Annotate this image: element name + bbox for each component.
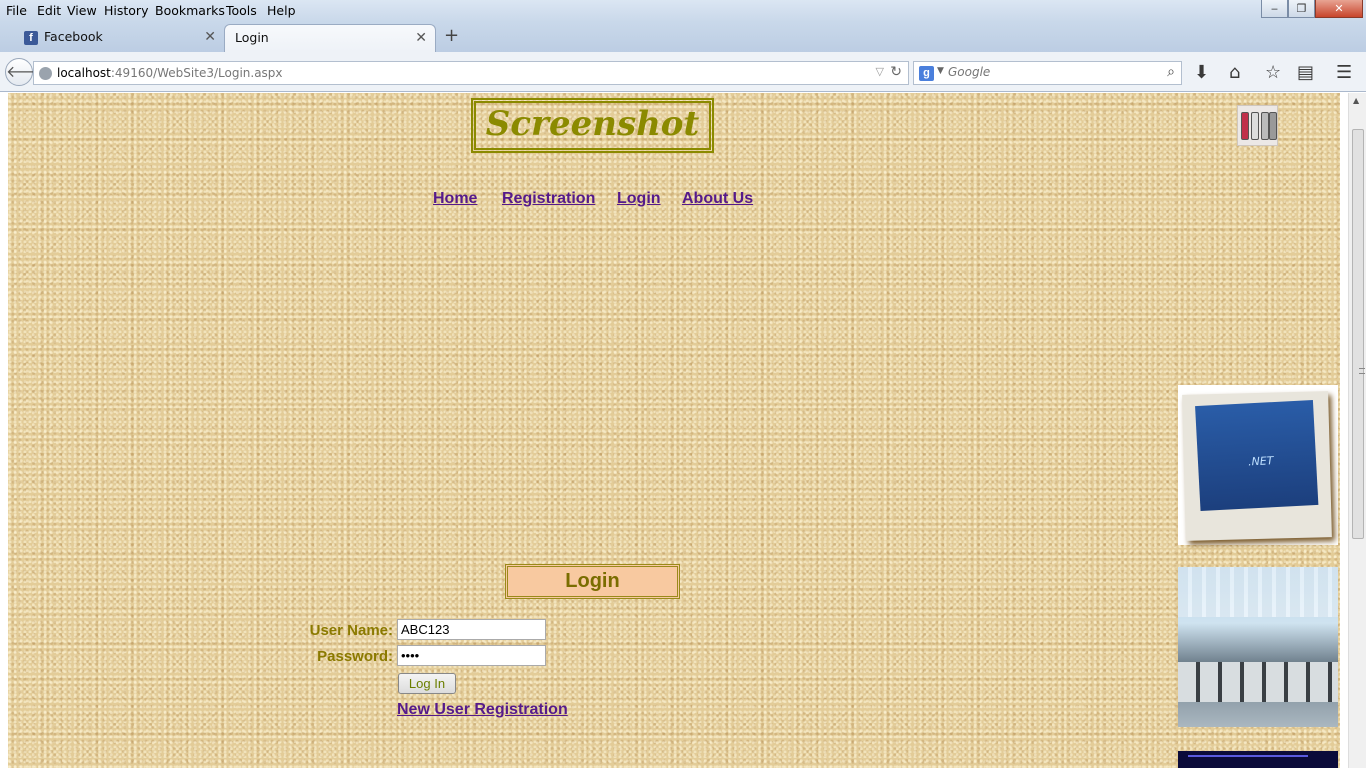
menu-edit[interactable]: Edit xyxy=(37,3,61,18)
reading-list-icon[interactable]: ▤ xyxy=(1297,62,1314,83)
home-icon[interactable]: ⌂ xyxy=(1229,62,1240,83)
tab-label: Login xyxy=(235,30,269,45)
new-tab-icon[interactable]: + xyxy=(444,25,459,46)
site-title: Screenshot xyxy=(485,104,700,144)
menu-tools[interactable]: Tools xyxy=(226,3,257,18)
username-label: User Name: xyxy=(309,622,393,639)
dark-image xyxy=(1178,751,1338,768)
menu-bar: File Edit View History Bookmarks Tools H… xyxy=(0,0,1366,22)
site-title-box: Screenshot xyxy=(471,98,714,153)
menu-help[interactable]: Help xyxy=(267,3,296,18)
login-button[interactable]: Log In xyxy=(398,673,456,694)
restore-button[interactable]: ❐ xyxy=(1288,0,1315,18)
phones-icon xyxy=(1237,105,1278,146)
username-field[interactable] xyxy=(397,619,546,640)
close-tab-icon[interactable]: ✕ xyxy=(204,24,216,50)
office-image xyxy=(1178,567,1338,727)
reload-icon[interactable]: ↻ xyxy=(890,64,902,80)
password-field[interactable] xyxy=(397,645,546,666)
nav-login[interactable]: Login xyxy=(617,190,661,208)
download-icon[interactable]: ⬇ xyxy=(1194,62,1209,83)
scroll-thumb[interactable] xyxy=(1352,129,1365,539)
navigation-bar: 🡐 localhost:49160/WebSite3/Login.aspx ▽ … xyxy=(0,52,1366,92)
tab-label: Facebook xyxy=(44,29,103,44)
tab-strip: f Facebook ✕ Login ✕ + xyxy=(0,22,1366,52)
tab-login[interactable]: Login ✕ xyxy=(224,24,436,52)
new-user-registration-link[interactable]: New User Registration xyxy=(397,701,568,719)
address-bar[interactable]: localhost:49160/WebSite3/Login.aspx ▽ ↻ xyxy=(33,61,909,85)
password-label: Password: xyxy=(317,648,393,665)
menu-icon[interactable]: ☰ xyxy=(1336,62,1352,83)
close-window-button[interactable]: ✕ xyxy=(1315,0,1363,18)
nav-about-us[interactable]: About Us xyxy=(682,190,753,208)
login-heading: Login xyxy=(565,570,620,592)
login-heading-box: Login xyxy=(505,564,680,599)
page-content: Screenshot Home Registration Login About… xyxy=(8,93,1340,768)
menu-file[interactable]: File xyxy=(6,3,27,18)
minimize-button[interactable]: ‒ xyxy=(1261,0,1288,18)
history-dropdown-icon[interactable]: ▽ xyxy=(876,65,884,78)
nav-registration[interactable]: Registration xyxy=(502,190,595,208)
google-icon[interactable]: g xyxy=(919,66,934,81)
close-tab-icon[interactable]: ✕ xyxy=(415,25,427,51)
menu-bookmarks[interactable]: Bookmarks xyxy=(155,3,225,18)
back-button[interactable]: 🡐 xyxy=(5,58,49,86)
bookmark-star-icon[interactable]: ☆ xyxy=(1265,62,1281,83)
facebook-icon: f xyxy=(24,31,38,45)
globe-icon xyxy=(39,67,52,80)
search-icon[interactable]: ⌕ xyxy=(1167,64,1175,80)
dotnet-image: .NET xyxy=(1178,385,1338,545)
vertical-scrollbar[interactable]: ▲ xyxy=(1348,93,1366,768)
search-input[interactable] xyxy=(948,65,1148,79)
url-text: localhost:49160/WebSite3/Login.aspx xyxy=(57,66,283,80)
menu-view[interactable]: View xyxy=(67,3,97,18)
search-bar[interactable]: g ▼ ⌕ xyxy=(913,61,1182,85)
nav-home[interactable]: Home xyxy=(433,190,477,208)
page-gutter xyxy=(0,93,8,768)
tab-facebook[interactable]: f Facebook ✕ xyxy=(20,24,224,52)
menu-history[interactable]: History xyxy=(104,3,148,18)
engine-dropdown-icon[interactable]: ▼ xyxy=(937,66,944,76)
scroll-up-icon[interactable]: ▲ xyxy=(1353,96,1359,105)
